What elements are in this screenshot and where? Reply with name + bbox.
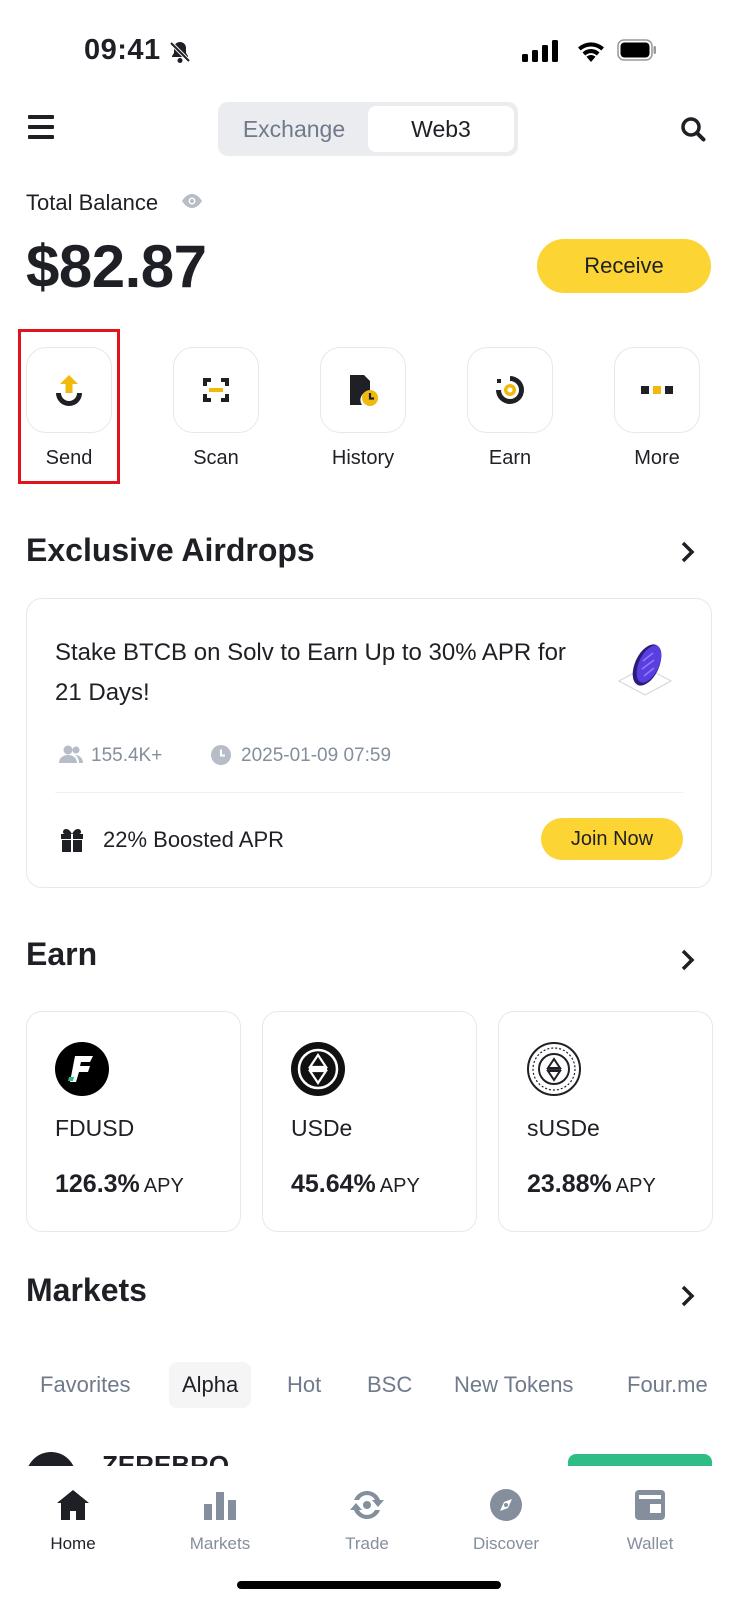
action-label: History <box>331 447 395 469</box>
more-icon <box>641 386 673 394</box>
markets-icon <box>204 1492 236 1520</box>
market-tab-alpha[interactable]: Alpha <box>169 1362 252 1408</box>
nav-trade[interactable]: Trade <box>307 1484 427 1554</box>
airdrop-title: Stake BTCB on Solv to Earn Up to 30% APR… <box>55 639 566 706</box>
trade-icon <box>350 1491 384 1519</box>
earn-rate: 126.3% APY <box>55 1170 184 1198</box>
status-bar: 09:41 <box>0 0 737 100</box>
participants-count: 155.4K+ <box>91 745 163 766</box>
earn-token-name: FDUSD <box>55 1115 135 1141</box>
action-label: Scan <box>193 447 239 469</box>
eye-icon[interactable] <box>180 193 204 209</box>
exchange-web3-switch: Exchange Web3 <box>218 102 518 156</box>
markets-title: Markets <box>26 1272 147 1308</box>
total-balance-label: Total Balance <box>26 190 159 215</box>
market-tab-bsc[interactable]: BSC <box>367 1362 412 1408</box>
coin-illustration <box>617 644 673 696</box>
airdrop-date: 2025-01-09 07:59 <box>241 745 392 766</box>
action-earn[interactable]: Earn <box>467 347 553 470</box>
earn-card-susde[interactable]: sUSDe 23.88% APY <box>498 1011 713 1232</box>
earn-token-name: sUSDe <box>527 1115 600 1141</box>
nav-discover[interactable]: Discover <box>446 1484 566 1554</box>
home-indicator[interactable] <box>237 1581 501 1589</box>
market-tab-hot[interactable]: Hot <box>287 1362 321 1408</box>
earn-card-fdusd[interactable]: FDUSD 126.3% APY <box>26 1011 241 1232</box>
token-name: ZEREBRO <box>102 1450 230 1466</box>
chevron-right-icon[interactable] <box>680 540 696 564</box>
clock-icon <box>211 745 231 765</box>
chevron-right-icon[interactable] <box>680 948 696 972</box>
scan-icon <box>203 378 229 402</box>
wallet-icon <box>635 1490 665 1520</box>
market-tab-new-tokens[interactable]: New Tokens <box>454 1362 573 1408</box>
earn-card-usde[interactable]: USDe 45.64% APY <box>262 1011 477 1232</box>
wifi-icon <box>578 42 604 62</box>
bottom-nav: Home Markets Trade Discover Wallet <box>0 1466 737 1600</box>
nav-wallet[interactable]: Wallet <box>590 1484 710 1554</box>
airdrop-card[interactable]: Stake BTCB on Solv to Earn Up to 30% APR… <box>26 598 712 888</box>
users-icon <box>59 745 83 763</box>
usde-logo-icon <box>291 1042 345 1096</box>
earn-rate: 45.64% APY <box>291 1170 420 1198</box>
send-highlight-box <box>18 329 120 484</box>
earn-title: Earn <box>26 936 98 972</box>
tab-exchange[interactable]: Exchange <box>222 106 366 152</box>
silent-bell-icon <box>169 41 191 63</box>
action-scan[interactable]: Scan <box>173 347 259 470</box>
earn-rate: 23.88% APY <box>527 1170 656 1198</box>
boosted-apr-text: 22% Boosted APR <box>103 827 285 852</box>
action-label: Earn <box>488 447 532 469</box>
gift-icon <box>61 829 83 852</box>
airdrops-title: Exclusive Airdrops <box>26 532 315 568</box>
nav-home[interactable]: Home <box>13 1484 133 1554</box>
home-icon <box>57 1490 89 1520</box>
status-time: 09:41 <box>84 34 161 66</box>
menu-icon[interactable] <box>28 115 54 139</box>
battery-icon <box>617 39 656 61</box>
join-now-button[interactable]: Join Now <box>541 818 683 860</box>
action-label: More <box>634 447 680 469</box>
market-tab-four-meme[interactable]: Four.me <box>627 1362 737 1408</box>
signal-icon <box>522 40 558 62</box>
action-history[interactable]: History <box>320 347 406 470</box>
history-icon <box>350 375 378 406</box>
earn-token-name: USDe <box>291 1115 353 1141</box>
action-more[interactable]: More <box>614 347 700 470</box>
divider <box>55 792 683 793</box>
nav-markets[interactable]: Markets <box>160 1484 280 1554</box>
discover-icon <box>490 1489 522 1521</box>
tab-web3[interactable]: Web3 <box>368 106 514 152</box>
earn-icon <box>496 376 524 404</box>
market-tab-favorites[interactable]: Favorites <box>40 1362 130 1408</box>
susde-logo-icon <box>527 1042 581 1096</box>
total-balance-amount: $82.87 <box>26 233 207 300</box>
receive-button[interactable]: Receive <box>537 239 711 293</box>
chevron-right-icon[interactable] <box>680 1284 696 1308</box>
fdusd-logo-icon <box>55 1042 109 1096</box>
search-icon[interactable] <box>680 116 706 142</box>
